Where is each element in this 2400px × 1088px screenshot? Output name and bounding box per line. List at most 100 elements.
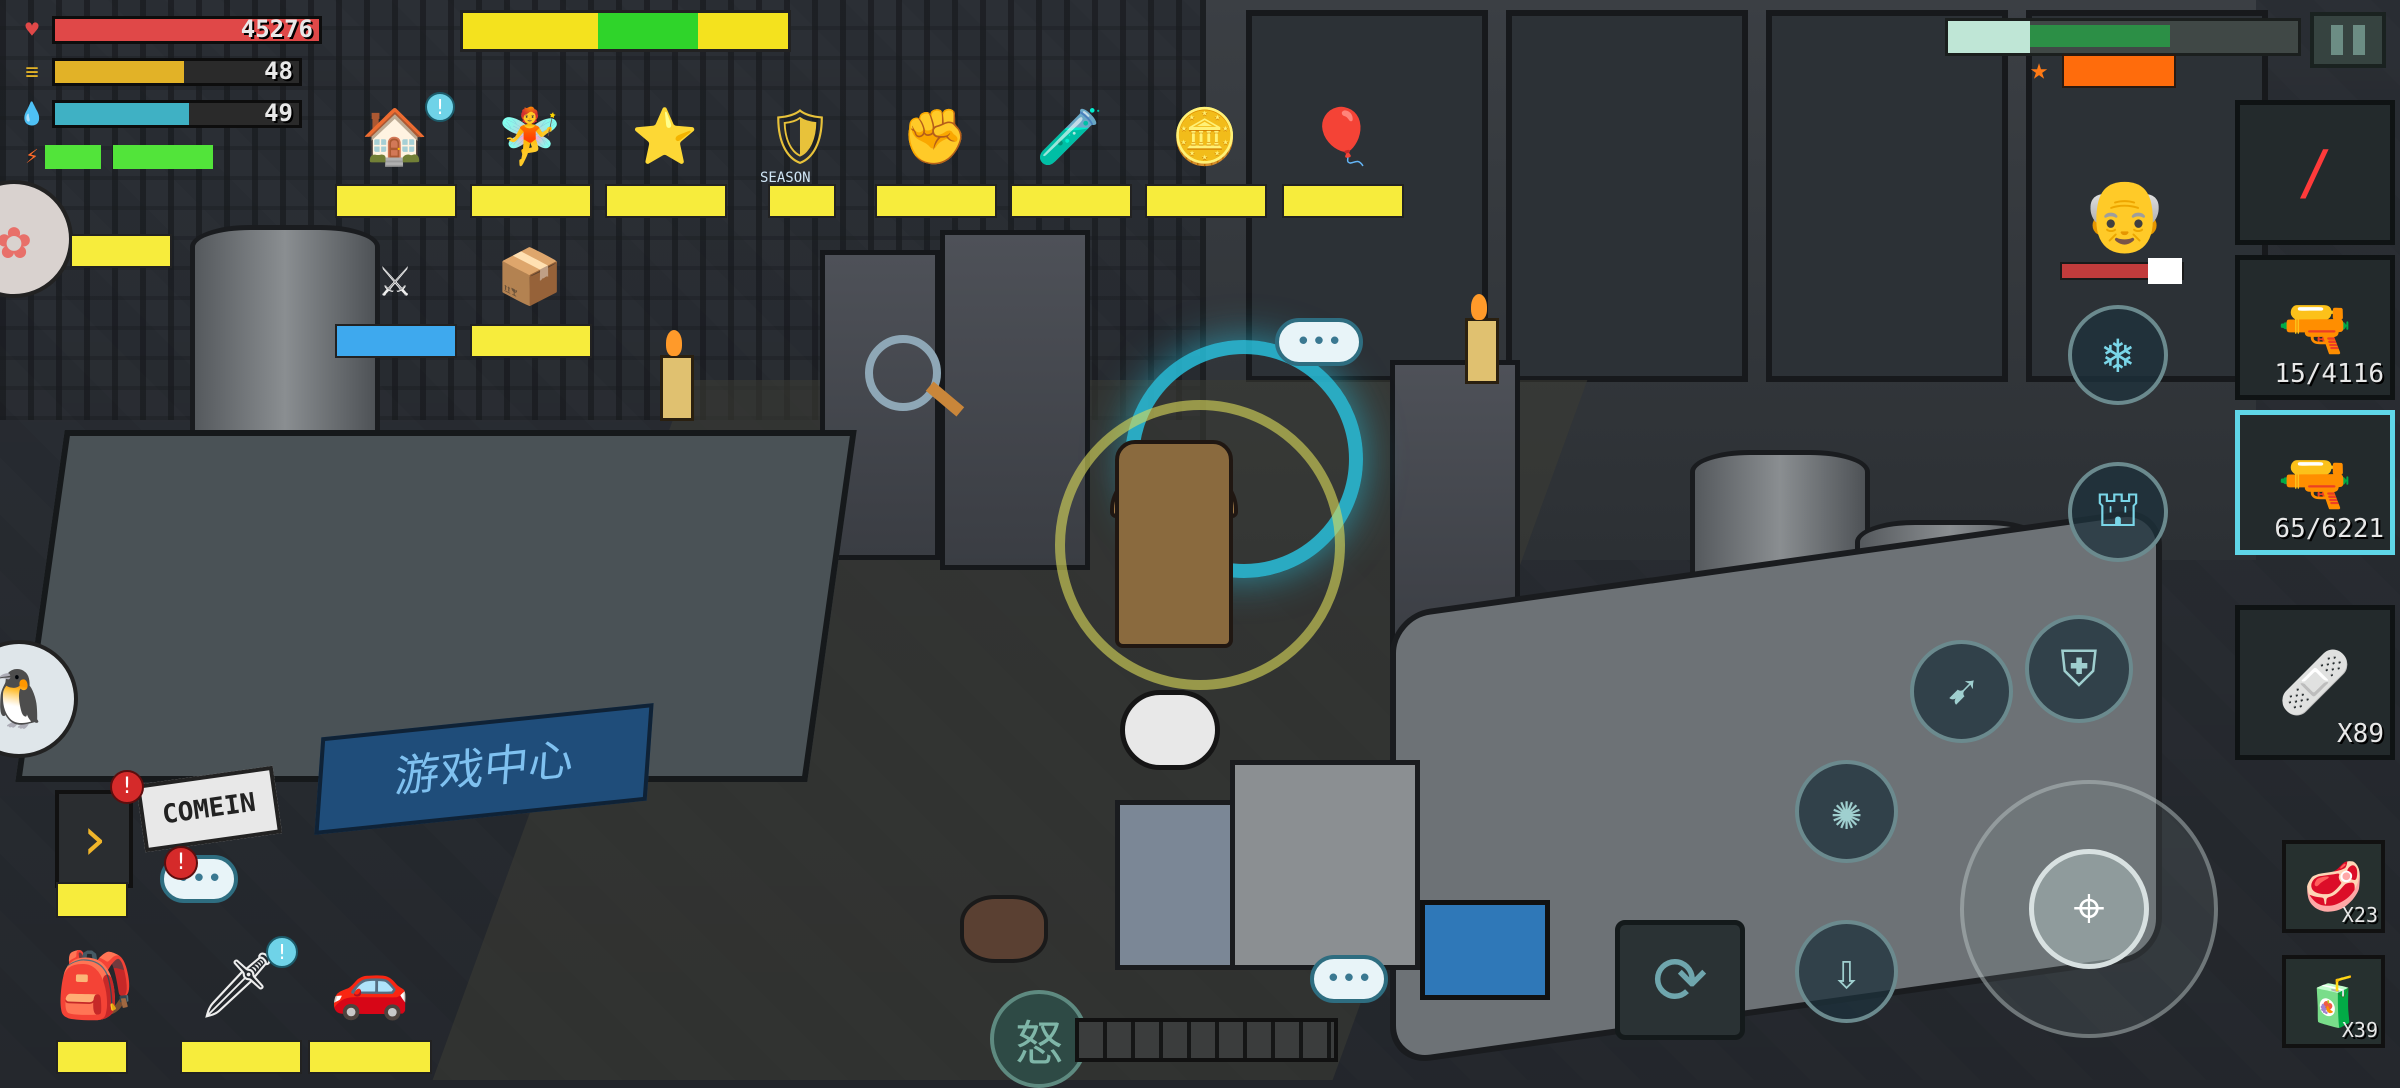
food-value: 48 [264, 57, 293, 85]
wall-panel [1506, 10, 1748, 382]
meat-count: X23 [2341, 903, 2378, 927]
lightsaber-icon: / [2296, 137, 2334, 208]
search-icon[interactable] [865, 335, 941, 411]
speech-bubble-icon[interactable]: ••• [1275, 318, 1363, 366]
dash-icon: ➹ [1946, 662, 1977, 721]
burger-icon: ≡ [25, 59, 39, 85]
rifle-icon: 🔫 [2277, 448, 2353, 518]
water-bar: 49 [52, 99, 302, 128]
aim-joystick[interactable]: ⌖ [1960, 780, 2218, 1038]
crossed-swords-icon: ⚔ [378, 245, 412, 309]
penguin-icon: 🐧 [0, 667, 54, 732]
armory-label [335, 324, 457, 358]
fairy-label [470, 184, 592, 218]
pause-button[interactable] [2310, 12, 2386, 68]
dash-skill-button[interactable]: ➹ [1910, 640, 2013, 743]
turret-icon: ⛫ [2095, 479, 2141, 538]
rage-button[interactable]: 怒 [990, 990, 1088, 1088]
season-badge-icon: 🛡 [765, 105, 835, 168]
spider-enemy [960, 895, 1048, 963]
home-label [335, 184, 457, 218]
console [1230, 760, 1420, 970]
event-progress-bar[interactable] [460, 10, 791, 52]
lightsaber-slot[interactable]: / [2235, 100, 2395, 245]
smg-icon: 🔫 [2277, 293, 2353, 363]
quest-button[interactable]: › [55, 790, 133, 888]
crosshair-icon: ⌖ [2029, 849, 2149, 969]
fairy-icon: 🧚 [496, 105, 564, 168]
wings-icon: ✺ [1831, 782, 1862, 841]
season-label [768, 184, 836, 218]
lightning-icon: ⚡ [25, 143, 39, 169]
candle-flame [1471, 294, 1487, 320]
vial-feature-button[interactable]: 🧪 [1010, 92, 1132, 232]
turret-skill-button[interactable]: ⛫ [2068, 462, 2168, 562]
crate-label [470, 324, 592, 358]
quest-label [56, 882, 128, 918]
sword-icon: 🗡 [197, 948, 279, 1023]
crate-feature-button[interactable]: 📦 [470, 232, 592, 372]
crate-icon: 📦 [496, 245, 564, 308]
water-drop-icon: 💧 [18, 101, 46, 127]
summon-skill-button[interactable]: ✺ [1795, 760, 1898, 863]
medkit-count: X89 [2337, 719, 2384, 749]
gift-label [1282, 184, 1404, 218]
coin-feature-button[interactable]: 🪙 [1145, 92, 1267, 232]
hand-down-icon: ⇩ [1831, 942, 1862, 1001]
vial-label [1010, 184, 1132, 218]
energy-bar [45, 145, 213, 169]
medkit-slot[interactable]: 🩹 X89 [2235, 605, 2395, 760]
hp-bar: 45276 [52, 15, 322, 44]
hp-value: 45276 [240, 15, 313, 43]
fist-label [875, 184, 997, 218]
rank-feature-button[interactable]: ⭐ [605, 92, 727, 232]
shield-skill-button[interactable]: ⛨ [2025, 615, 2133, 723]
alert-badge: ! [164, 846, 198, 880]
food-row: ≡ [20, 59, 52, 85]
rifle-slot[interactable]: 🔫 65/6221 [2235, 410, 2395, 555]
swap-icon: ⟳ [1652, 941, 1708, 1019]
companion-portrait[interactable]: 👴 [2060, 150, 2190, 284]
backpack-button[interactable]: 🎒 [35, 930, 155, 1040]
vehicle-label [308, 1040, 432, 1074]
fist-feature-button[interactable]: ✊ [875, 92, 997, 232]
player-character [1115, 440, 1233, 648]
potion-slot[interactable]: 🧃 X39 [2282, 955, 2385, 1048]
star-icon: ★ [2030, 52, 2049, 87]
companion-avatar: 👴 [2081, 173, 2169, 256]
gift-feature-button[interactable]: 🎈 [1282, 92, 1404, 232]
info-dot-icon: ! [266, 936, 298, 968]
candle [660, 355, 694, 421]
level-bar [2062, 54, 2176, 88]
wall-panel [1766, 10, 2008, 382]
season-feature-button[interactable]: 🛡 SEASON [740, 92, 860, 232]
rank-label [605, 184, 727, 218]
interact-button[interactable]: ⇩ [1795, 920, 1898, 1023]
potion-count: X39 [2341, 1018, 2378, 1042]
water-value: 49 [264, 99, 293, 127]
swap-weapon-button[interactable]: ⟳ [1615, 920, 1745, 1040]
fairy-feature-button[interactable]: 🧚 [470, 92, 592, 232]
hp-row: ♥ [20, 17, 52, 43]
alert-badge: ! [110, 770, 144, 804]
vial-icon: 🧪 [1036, 105, 1104, 168]
filing-cabinet [1115, 800, 1235, 970]
minimap-bar[interactable] [1945, 18, 2301, 56]
backpack-label [56, 1040, 128, 1074]
medkit-icon: 🩹 [2277, 648, 2353, 718]
speech-bubble-icon[interactable]: ••• [1310, 955, 1388, 1003]
armory-feature-button[interactable]: ⚔ [335, 232, 457, 372]
freeze-skill-button[interactable]: ❄ [2068, 305, 2168, 405]
candle [1465, 318, 1499, 384]
panda-pet [1120, 690, 1220, 770]
water-row: 💧 [18, 101, 52, 127]
vehicle-button[interactable]: 🚗 [310, 930, 430, 1040]
home-feature-button[interactable]: 🏠 ! [335, 92, 457, 232]
car-icon: 🚗 [330, 948, 410, 1023]
gold-coin-icon: 🪙 [1171, 105, 1239, 168]
meat-slot[interactable]: 🥩 X23 [2282, 840, 2385, 933]
smg-slot[interactable]: 🔫 15/4116 [2235, 255, 2395, 400]
flower-label [70, 234, 172, 268]
shield-icon: ⛨ [2060, 639, 2098, 698]
rage-meter [1075, 1018, 1338, 1062]
